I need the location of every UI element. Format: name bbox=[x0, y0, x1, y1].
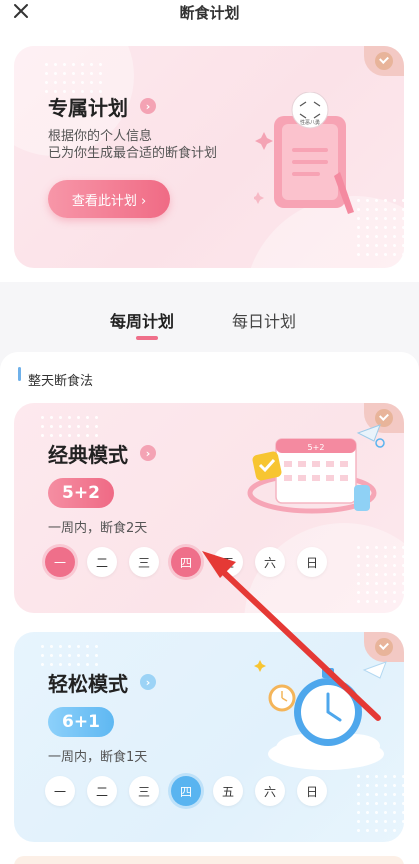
mode-title: 经典模式 bbox=[48, 443, 128, 467]
weekday-1[interactable]: 一 bbox=[45, 547, 75, 577]
calendar-label: 5+2 bbox=[308, 443, 325, 452]
weekday-4[interactable]: 四 bbox=[171, 776, 201, 806]
weekday-6[interactable]: 六 bbox=[255, 547, 285, 577]
easy-mode-card[interactable]: 轻松模式 › 6+1 一周内，断食1天 一二三四五六日 bbox=[14, 632, 404, 842]
plan-desc-line-1: 根据你的个人信息 bbox=[48, 129, 153, 144]
ratio-badge: 6+1 bbox=[48, 707, 114, 737]
mode-title: 轻松模式 bbox=[48, 672, 128, 696]
plan-desc-line-2: 已为你生成最合适的断食计划 bbox=[48, 146, 218, 161]
weekday-3[interactable]: 三 bbox=[129, 547, 159, 577]
tab-daily-plan[interactable]: 每日计划 bbox=[232, 308, 296, 332]
weekday-2[interactable]: 二 bbox=[87, 547, 117, 577]
dots-decoration bbox=[354, 772, 404, 832]
weekday-selector: 一二三四五六日 bbox=[45, 547, 345, 577]
check-badge-icon bbox=[364, 46, 404, 76]
weekday-1[interactable]: 一 bbox=[45, 776, 75, 806]
weekday-7[interactable]: 日 bbox=[297, 776, 327, 806]
weekday-5[interactable]: 五 bbox=[213, 547, 243, 577]
tab-weekly-plan[interactable]: 每周计划 bbox=[110, 308, 174, 332]
dots-decoration bbox=[38, 413, 98, 439]
weekday-5[interactable]: 五 bbox=[213, 776, 243, 806]
chevron-right-icon[interactable]: › bbox=[140, 674, 156, 690]
mode-description: 一周内，断食2天 bbox=[48, 521, 148, 536]
weekday-selector: 一二三四五六日 bbox=[45, 776, 345, 806]
view-plan-button[interactable]: 查看此计划 › bbox=[48, 180, 170, 218]
plan-section: 专属计划 › 根据你的个人信息 已为你生成最合适的断食计划 查看此计划 › 性恶… bbox=[0, 32, 419, 282]
chevron-right-icon[interactable]: › bbox=[140, 445, 156, 461]
classic-mode-card[interactable]: 经典模式 › 5+2 一周内，断食2天 一二三四五六日 5+2 bbox=[14, 403, 404, 613]
page-title: 断食计划 bbox=[179, 4, 240, 22]
ratio-badge: 5+2 bbox=[48, 478, 114, 508]
mode-description: 一周内，断食1天 bbox=[48, 750, 148, 765]
weekday-6[interactable]: 六 bbox=[255, 776, 285, 806]
weekday-4[interactable]: 四 bbox=[171, 547, 201, 577]
tab-active-indicator bbox=[136, 336, 158, 340]
plan-tabs: 每周计划 每日计划 bbox=[0, 298, 419, 342]
calendar-illustration: 5+2 bbox=[247, 424, 385, 514]
stopwatch-illustration bbox=[254, 660, 387, 770]
plan-title: 专属计划 bbox=[48, 96, 128, 120]
illustration-caption: 性恶八勇 bbox=[300, 119, 320, 126]
chevron-right-icon[interactable]: › bbox=[140, 98, 156, 114]
plan-clipboard-illustration: 性恶八勇 bbox=[254, 92, 354, 214]
section-label: 整天断食法 bbox=[28, 374, 94, 389]
exclusive-plan-card[interactable]: 专属计划 › 根据你的个人信息 已为你生成最合适的断食计划 查看此计划 › 性恶… bbox=[14, 46, 404, 268]
weekday-7[interactable]: 日 bbox=[297, 547, 327, 577]
weekday-2[interactable]: 二 bbox=[87, 776, 117, 806]
next-card-peek bbox=[14, 856, 404, 864]
weekday-3[interactable]: 三 bbox=[129, 776, 159, 806]
plan-description: 根据你的个人信息 已为你生成最合适的断食计划 bbox=[48, 128, 217, 162]
dots-decoration bbox=[354, 543, 404, 603]
top-bar: 断食计划 bbox=[0, 0, 419, 32]
dots-decoration bbox=[38, 642, 98, 668]
section-accent-bar bbox=[18, 367, 21, 381]
